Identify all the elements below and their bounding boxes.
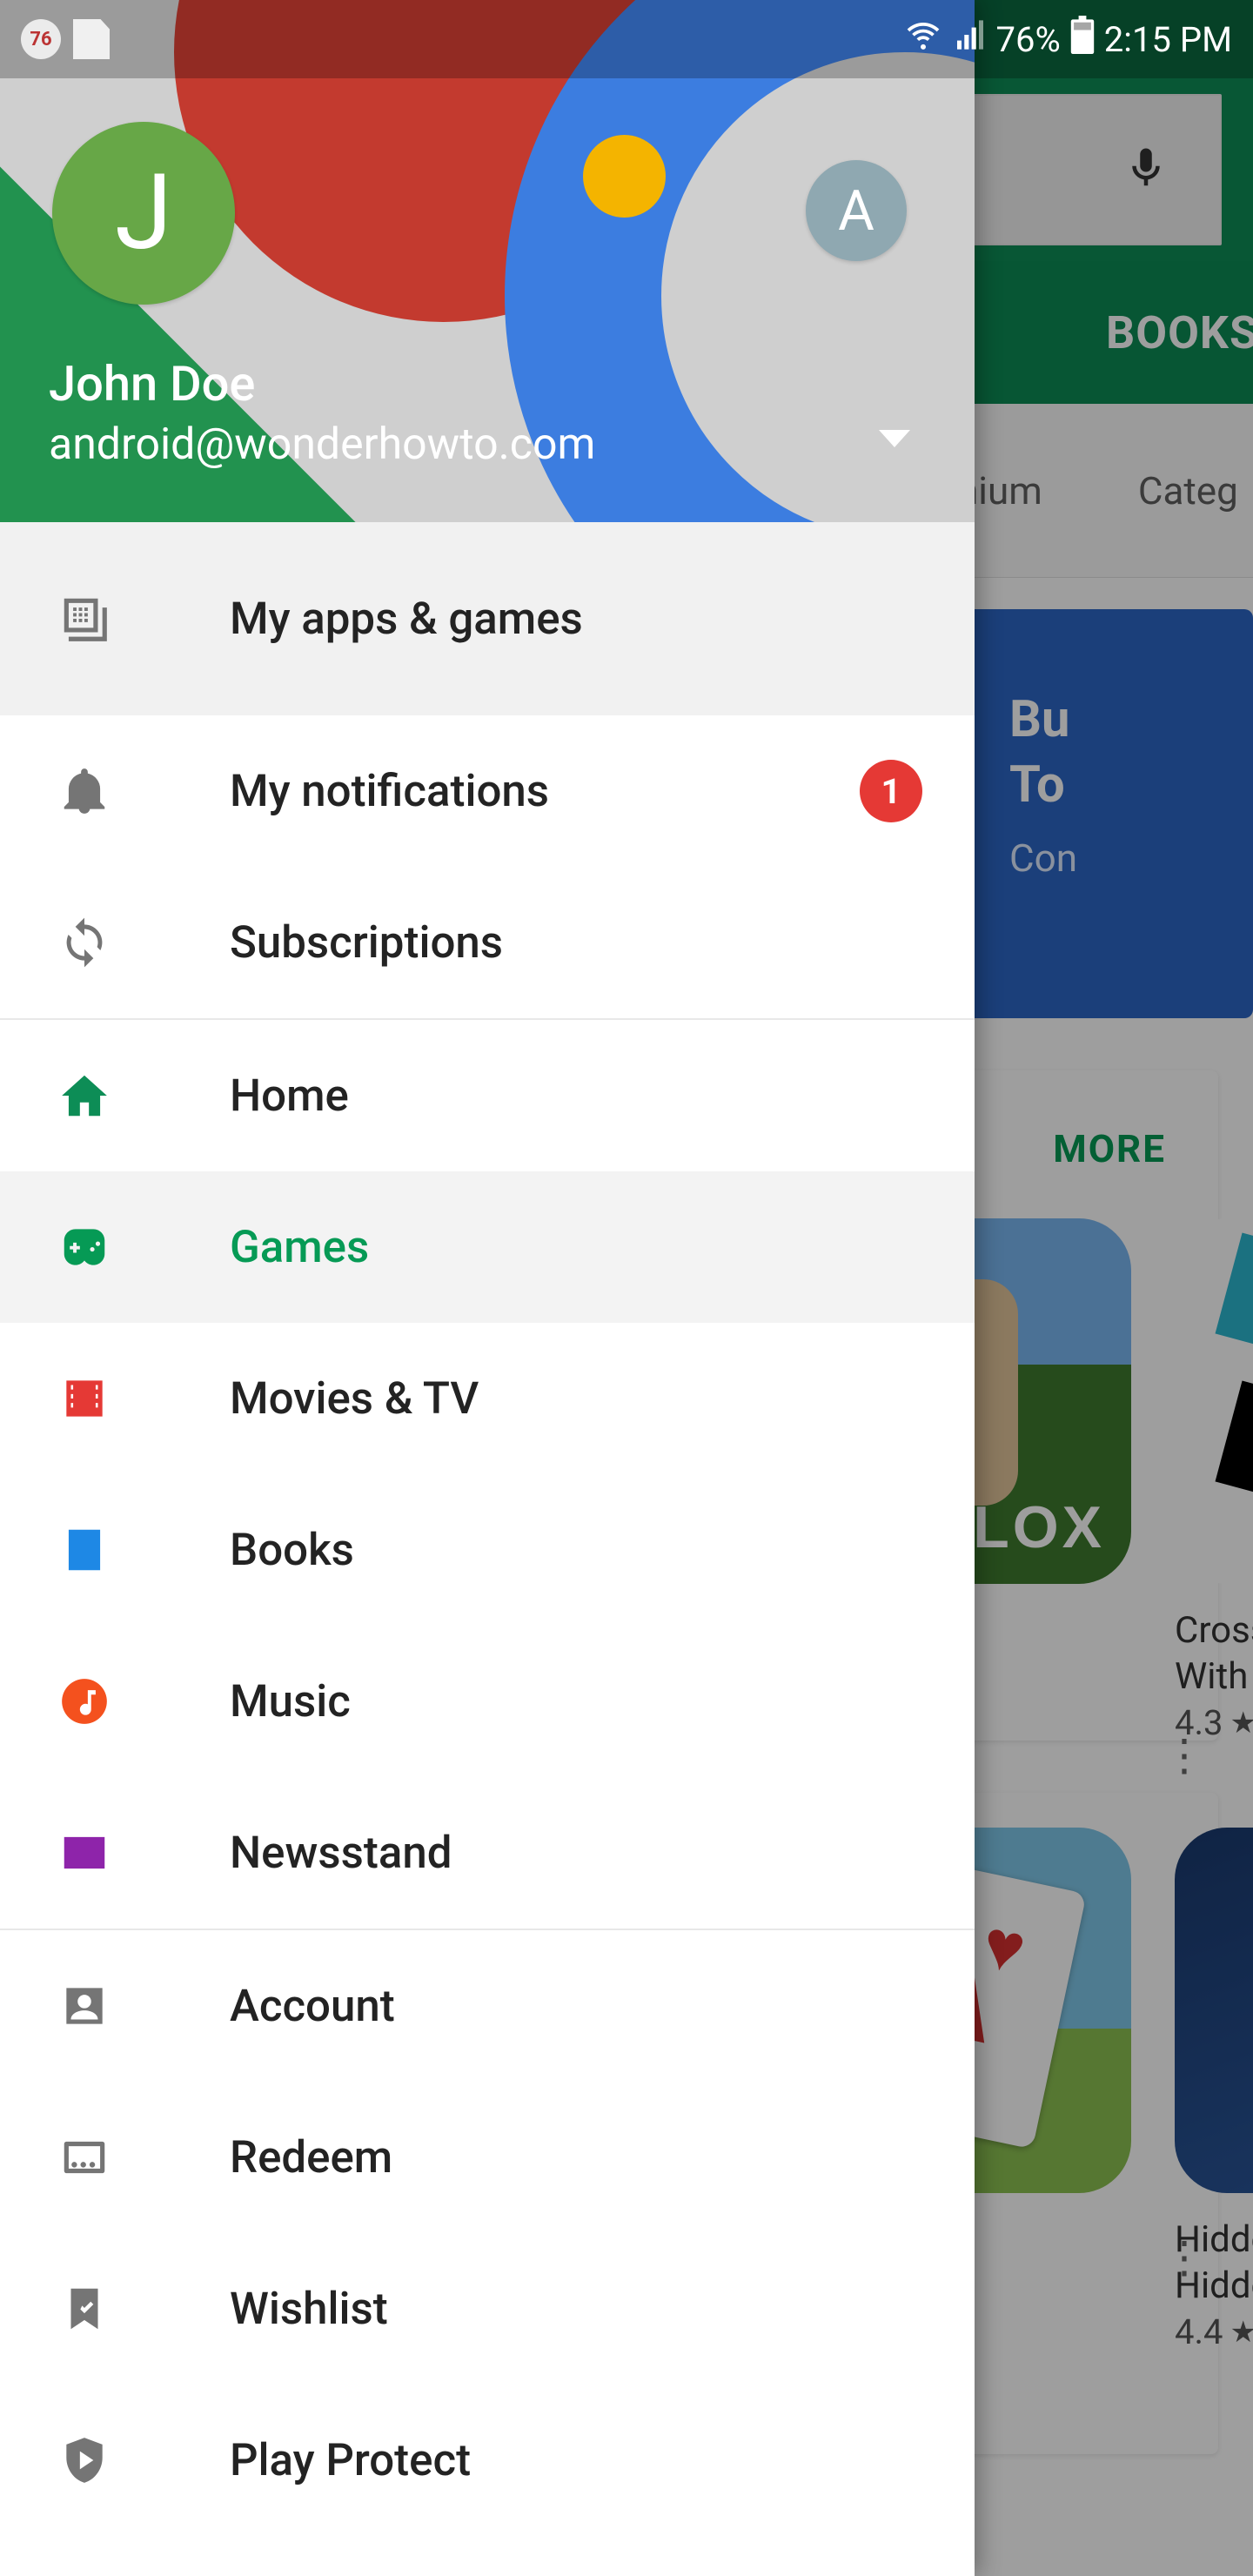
nav-label: Newsstand: [230, 1828, 452, 1879]
avatar-alt-initial: A: [838, 178, 874, 244]
nav-label: My notifications: [230, 766, 549, 817]
nav-label: My apps & games: [230, 594, 583, 645]
nav-wishlist[interactable]: Wishlist: [0, 2233, 975, 2385]
nav-subscriptions[interactable]: Subscriptions: [0, 867, 975, 1018]
navigation-drawer: J A John Doe android@wonderhowto.com My …: [0, 0, 975, 2576]
nav-games[interactable]: Games: [0, 1171, 975, 1323]
nav-home[interactable]: Home: [0, 1020, 975, 1171]
nav-play-protect[interactable]: Play Protect: [0, 2385, 975, 2536]
book-icon: [56, 1521, 113, 1579]
nav-music[interactable]: Music: [0, 1626, 975, 1777]
nav-label: Subscriptions: [230, 917, 503, 969]
signal-icon: [953, 17, 988, 61]
status-doc-icon: [73, 19, 110, 59]
avatar-alt[interactable]: A: [806, 160, 907, 261]
nav-label: Books: [230, 1525, 354, 1576]
nav-my-apps[interactable]: My apps & games: [0, 522, 975, 715]
nav-label: Movies & TV: [230, 1373, 479, 1425]
nav-newsstand[interactable]: Newsstand: [0, 1777, 975, 1929]
nav-label: Redeem: [230, 2132, 392, 2184]
nav-notifications[interactable]: My notifications 1: [0, 715, 975, 867]
user-name: John Doe: [49, 355, 255, 413]
clock-label: 2:15 PM: [1104, 19, 1232, 60]
nav-movies[interactable]: Movies & TV: [0, 1323, 975, 1474]
header-decor: [583, 135, 666, 218]
wishlist-icon: [56, 2280, 113, 2338]
account-dropdown-icon[interactable]: [879, 430, 910, 447]
user-email: android@wonderhowto.com: [49, 419, 595, 470]
home-icon: [56, 1067, 113, 1124]
account-icon: [56, 1977, 113, 2035]
nav-label: Home: [230, 1070, 349, 1122]
nav-label: Music: [230, 1676, 351, 1727]
nav-books[interactable]: Books: [0, 1474, 975, 1626]
apps-icon: [56, 590, 113, 647]
drawer-list: My apps & games My notifications 1 Subsc…: [0, 522, 975, 2576]
nav-label: Wishlist: [230, 2284, 388, 2335]
gamepad-icon: [56, 1218, 113, 1276]
nav-label: Account: [230, 1981, 395, 2032]
battery-pct-label: 76%: [996, 19, 1061, 60]
shield-icon: [56, 2432, 113, 2489]
drawer-header: J A John Doe android@wonderhowto.com: [0, 0, 975, 522]
status-bar: 76 76% 2:15 PM: [0, 0, 1253, 78]
status-notif-badge: 76: [21, 19, 61, 59]
nav-account[interactable]: Account: [0, 1930, 975, 2082]
film-icon: [56, 1370, 113, 1427]
redeem-icon: [56, 2129, 113, 2186]
nav-redeem[interactable]: Redeem: [0, 2082, 975, 2233]
nav-label: Games: [230, 1222, 369, 1273]
wifi-icon: [902, 17, 944, 61]
battery-icon: [1069, 16, 1096, 63]
sync-icon: [56, 914, 113, 971]
nav-label: Play Protect: [230, 2435, 471, 2486]
newsstand-icon: [56, 1824, 113, 1882]
avatar-initial: J: [115, 152, 172, 274]
avatar-main[interactable]: J: [52, 122, 235, 305]
bell-icon: [56, 762, 113, 820]
notification-badge: 1: [860, 760, 922, 822]
music-icon: [56, 1673, 113, 1730]
